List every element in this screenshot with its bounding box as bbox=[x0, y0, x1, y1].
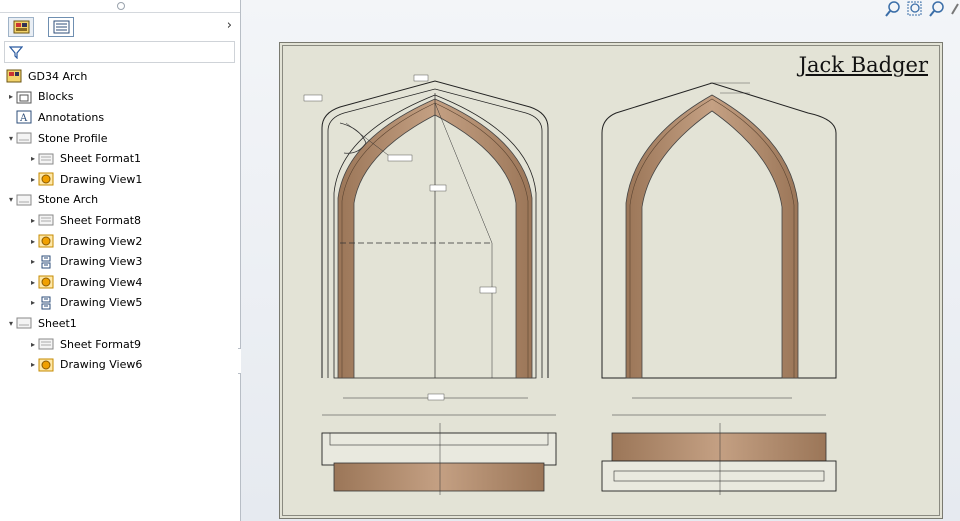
section-view-icon bbox=[38, 255, 54, 269]
tree-item[interactable]: ▾ Stone Arch bbox=[0, 190, 240, 211]
tree-item-label: Drawing View6 bbox=[60, 358, 143, 372]
blocks-folder-icon bbox=[16, 90, 32, 104]
expand-arrow-icon[interactable]: ▸ bbox=[28, 216, 38, 225]
drawing-view-plan-left[interactable] bbox=[321, 414, 557, 495]
collapse-arrow-icon[interactable]: ▾ bbox=[6, 134, 16, 143]
drawing-sheet[interactable]: Jack Badger bbox=[279, 42, 943, 519]
tree-item-label: Stone Arch bbox=[38, 193, 99, 207]
sheet-icon bbox=[16, 316, 32, 330]
tree-item-label: Drawing View3 bbox=[60, 255, 143, 269]
expand-arrow-icon[interactable]: ▸ bbox=[28, 298, 38, 307]
tree-item-label: Annotations bbox=[38, 110, 105, 124]
expand-arrow-icon[interactable]: ▸ bbox=[6, 92, 16, 101]
tree-item-label: Blocks bbox=[38, 90, 74, 104]
panel-header bbox=[0, 0, 240, 13]
expand-arrow-icon[interactable]: ▸ bbox=[28, 237, 38, 246]
feature-manager-panel: › GD34 Arch ▸ Blocks A Annotations ▾ Stone Pr… bbox=[0, 0, 248, 521]
drawing-view-icon bbox=[38, 172, 54, 186]
tree-filter[interactable] bbox=[4, 41, 235, 63]
drawing-view-icon bbox=[38, 358, 54, 372]
section-view-tool-icon[interactable] bbox=[950, 0, 960, 18]
expand-arrow-icon[interactable]: ▸ bbox=[28, 360, 38, 369]
sheet-icon bbox=[16, 193, 32, 207]
tree-item[interactable]: ▸ Drawing View4 bbox=[0, 272, 240, 293]
drawing-view-plan-right[interactable] bbox=[601, 414, 837, 495]
previous-view-icon[interactable] bbox=[928, 0, 946, 18]
tree-item-label: Drawing View1 bbox=[60, 172, 143, 186]
property-manager-icon bbox=[53, 20, 70, 34]
tree-item[interactable]: ▸ Drawing View2 bbox=[0, 231, 240, 252]
tree-root-label: GD34 Arch bbox=[28, 69, 88, 83]
tree-item[interactable]: ▸ Drawing View1 bbox=[0, 169, 240, 190]
tree-item[interactable]: A Annotations bbox=[0, 107, 240, 128]
sheet-format-icon bbox=[38, 213, 54, 227]
tree-item-label: Drawing View5 bbox=[60, 296, 143, 310]
sheet-icon bbox=[16, 131, 32, 145]
drawing-view-arch-plain[interactable] bbox=[601, 82, 837, 399]
tab-feature-manager[interactable] bbox=[8, 17, 34, 37]
panel-grip-icon[interactable] bbox=[117, 2, 125, 10]
tree-item-label: Stone Profile bbox=[38, 131, 108, 145]
tree-item-label: Drawing View2 bbox=[60, 234, 143, 248]
sheet-format-icon bbox=[38, 337, 54, 351]
tab-property-manager[interactable] bbox=[48, 17, 74, 37]
tree-item[interactable]: ▸ Drawing View6 bbox=[0, 354, 240, 375]
heads-up-toolbar bbox=[884, 0, 960, 18]
annotations-icon: A bbox=[16, 110, 32, 124]
drawing-view-icon bbox=[38, 275, 54, 289]
tree-item-label: Drawing View4 bbox=[60, 275, 143, 289]
tree-item-label: Sheet1 bbox=[38, 316, 77, 330]
sheet-format-icon bbox=[38, 152, 54, 166]
expand-arrow-icon[interactable]: ▸ bbox=[28, 257, 38, 266]
tree-item[interactable]: ▸ Drawing View3 bbox=[0, 251, 240, 272]
tree-item[interactable]: ▸ Drawing View5 bbox=[0, 293, 240, 314]
collapse-arrow-icon[interactable]: ▾ bbox=[6, 319, 16, 328]
zoom-to-area-icon[interactable] bbox=[906, 0, 924, 18]
tree-item-label: Sheet Format8 bbox=[60, 213, 142, 227]
drawing-view-arch-dimensioned[interactable] bbox=[303, 74, 549, 401]
tree-item[interactable]: ▾ Sheet1 bbox=[0, 313, 240, 334]
tree-item[interactable]: ▸ Blocks bbox=[0, 87, 240, 108]
feature-manager-icon bbox=[13, 20, 30, 34]
zoom-to-fit-icon[interactable] bbox=[884, 0, 902, 18]
tree-item[interactable]: ▸ Sheet Format8 bbox=[0, 210, 240, 231]
tree-item-label: Sheet Format9 bbox=[60, 337, 142, 351]
filter-icon bbox=[9, 46, 23, 59]
chevron-right-icon[interactable]: › bbox=[227, 18, 232, 33]
expand-arrow-icon[interactable]: ▸ bbox=[28, 340, 38, 349]
tree-item-label: Sheet Format1 bbox=[60, 152, 142, 166]
panel-tabs: › bbox=[0, 13, 240, 41]
drawing-view-icon bbox=[38, 234, 54, 248]
expand-arrow-icon[interactable]: ▸ bbox=[28, 154, 38, 163]
collapse-arrow-icon[interactable]: ▾ bbox=[6, 195, 16, 204]
feature-tree: GD34 Arch ▸ Blocks A Annotations ▾ Stone Prof… bbox=[0, 66, 240, 375]
svg-text:A: A bbox=[19, 113, 28, 124]
tree-root[interactable]: GD34 Arch bbox=[0, 66, 240, 87]
section-view-icon bbox=[38, 296, 54, 310]
expand-arrow-icon[interactable]: ▸ bbox=[28, 175, 38, 184]
drawing-views bbox=[303, 74, 837, 495]
tree-item[interactable]: ▸ Sheet Format9 bbox=[0, 334, 240, 355]
tree-item[interactable]: ▾ Stone Profile bbox=[0, 128, 240, 149]
expand-arrow-icon[interactable]: ▸ bbox=[28, 278, 38, 287]
drawing-document-icon bbox=[6, 69, 22, 83]
tree-item[interactable]: ▸ Sheet Format1 bbox=[0, 148, 240, 169]
